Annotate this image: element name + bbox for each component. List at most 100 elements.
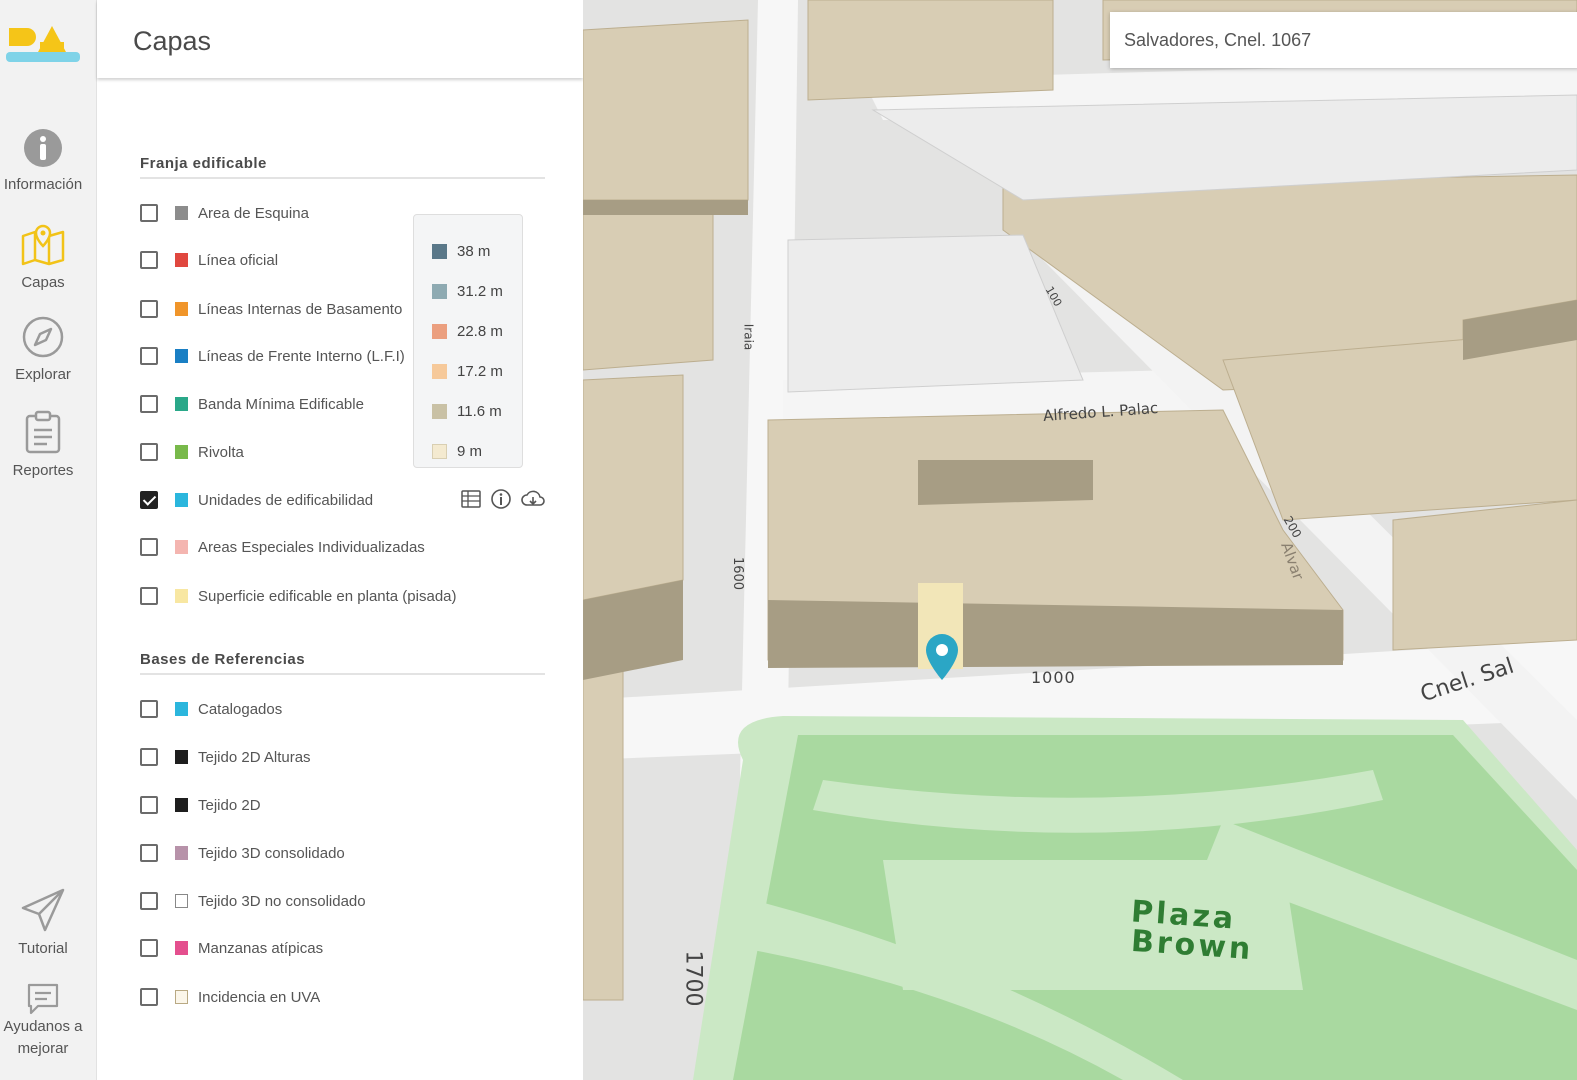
compass-icon [22,316,64,358]
map-view[interactable]: Alfredo L. Palac Cnel. Sal Alvar Iraia 1… [583,0,1577,1080]
layer-swatch [175,349,188,363]
layer-label: Superficie edificable en planta (pisada) [198,587,457,605]
layer-row-tejido-2d-alturas[interactable]: Tejido 2D Alturas [140,745,560,769]
layer-label: Unidades de edificabilidad [198,491,374,509]
nav-explorar[interactable]: Explorar [0,316,86,386]
layer-swatch [175,253,188,267]
legend-swatch [432,363,447,379]
nav-ayudanos[interactable]: Ayudanos a mejorar [0,982,86,1060]
layer-label: Manzanas atípicas [198,939,324,957]
panel-title: Capas [133,26,212,56]
layer-swatch [175,990,188,1004]
layer-label: Catalogados [198,700,283,718]
layer-checkbox[interactable] [140,748,158,766]
height-legend: 38 m 31.2 m 22.8 m 17.2 m 11.6 m 9 m [413,214,523,468]
layer-label: Tejido 2D Alturas [198,748,311,766]
nav-informacion[interactable]: Información [0,128,86,196]
layer-row-incidencia-uva[interactable]: Incidencia en UVA [140,985,560,1009]
layer-label: Areas Especiales Individualizadas [198,538,425,556]
layer-row-lfi[interactable]: Líneas de Frente Interno (L.F.I) [140,344,413,368]
table-icon[interactable] [460,488,482,510]
street-number-label: 1700 [680,950,706,1007]
layer-row-unidades-edificabilidad[interactable]: Unidades de edificabilidad [140,488,560,512]
layer-swatch [175,894,188,908]
layer-label: Línea oficial [198,251,279,269]
layer-checkbox[interactable] [140,939,158,957]
layer-swatch [175,397,188,411]
layer-checkbox[interactable] [140,844,158,862]
layer-row-tejido-3d-no-consolidado[interactable]: Tejido 3D no consolidado [140,889,560,913]
legend-label: 38 m [457,242,491,260]
layer-checkbox-checked[interactable] [140,491,158,509]
layer-checkbox[interactable] [140,347,158,365]
layer-checkbox[interactable] [140,587,158,605]
layer-row-tejido-2d[interactable]: Tejido 2D [140,793,560,817]
legend-label: 11.6 m [457,402,502,420]
layer-label: Líneas Internas de Basamento [198,300,403,318]
layer-checkbox[interactable] [140,892,158,910]
clipboard-icon [25,410,61,454]
nav-rail: Información Capas Explorar Reportes Tuto… [0,0,97,1080]
legend-swatch [432,403,447,419]
layer-swatch [175,589,188,603]
layer-checkbox[interactable] [140,251,158,269]
nav-label-explorar: Explorar [15,366,71,383]
info-icon [24,129,62,167]
layer-label: Tejido 3D no consolidado [198,892,366,910]
layer-swatch [175,540,188,554]
layer-checkbox[interactable] [140,204,158,222]
section-title-franja: Franja edificable [140,155,267,172]
layer-checkbox[interactable] [140,395,158,413]
legend-swatch [432,443,447,459]
nav-tutorial[interactable]: Tutorial [0,888,86,960]
legend-label: 22.8 m [457,322,503,340]
layer-checkbox[interactable] [140,988,158,1006]
legend-swatch [432,283,447,299]
address-search[interactable] [1110,12,1577,68]
layer-swatch [175,702,188,716]
layer-row-tejido-3d-consolidado[interactable]: Tejido 3D consolidado [140,841,560,865]
nav-reportes[interactable]: Reportes [0,410,86,482]
street-number-label: 1600 [730,556,746,591]
layer-swatch [175,798,188,812]
info-circle-icon[interactable] [490,488,512,510]
legend-item: 38 m [414,231,522,271]
nav-label-ayudanos: Ayudanos a mejorar [3,1018,83,1057]
layer-label: Líneas de Frente Interno (L.F.I) [198,347,405,365]
legend-swatch [432,243,447,259]
cloud-download-icon[interactable] [520,488,546,510]
nav-capas[interactable]: Capas [0,222,86,294]
layer-checkbox[interactable] [140,300,158,318]
legend-item: 31.2 m [414,271,522,311]
search-input[interactable] [1110,12,1577,68]
layer-row-catalogados[interactable]: Catalogados [140,697,560,721]
section-divider [140,177,545,179]
section-divider [140,673,545,675]
ba-logo[interactable] [6,22,80,66]
legend-label: 9 m [457,442,483,460]
layer-swatch [175,941,188,955]
panel-header: Capas [97,0,583,78]
legend-label: 31.2 m [457,282,503,300]
legend-swatch [432,323,447,339]
layer-checkbox[interactable] [140,538,158,556]
map-canvas[interactable] [583,0,1577,1080]
layer-row-manzanas-atipicas[interactable]: Manzanas atípicas [140,936,560,960]
layer-checkbox[interactable] [140,700,158,718]
street-label: Iraia [741,323,756,351]
layer-checkbox[interactable] [140,443,158,461]
legend-item: 11.6 m [414,391,522,431]
nav-label-capas: Capas [21,274,65,291]
layer-swatch [175,445,188,459]
paper-plane-icon [21,888,65,932]
map-layers-icon [21,224,65,266]
layer-swatch [175,206,188,220]
legend-item: 9 m [414,431,522,471]
legend-item: 22.8 m [414,311,522,351]
nav-label-tutorial: Tutorial [18,940,68,957]
layer-checkbox[interactable] [140,796,158,814]
legend-item: 17.2 m [414,351,522,391]
layer-row-areas-especiales[interactable]: Areas Especiales Individualizadas [140,535,560,559]
layer-label: Tejido 2D [198,796,261,814]
layer-row-superficie-edificable[interactable]: Superficie edificable en planta (pisada) [140,584,560,608]
